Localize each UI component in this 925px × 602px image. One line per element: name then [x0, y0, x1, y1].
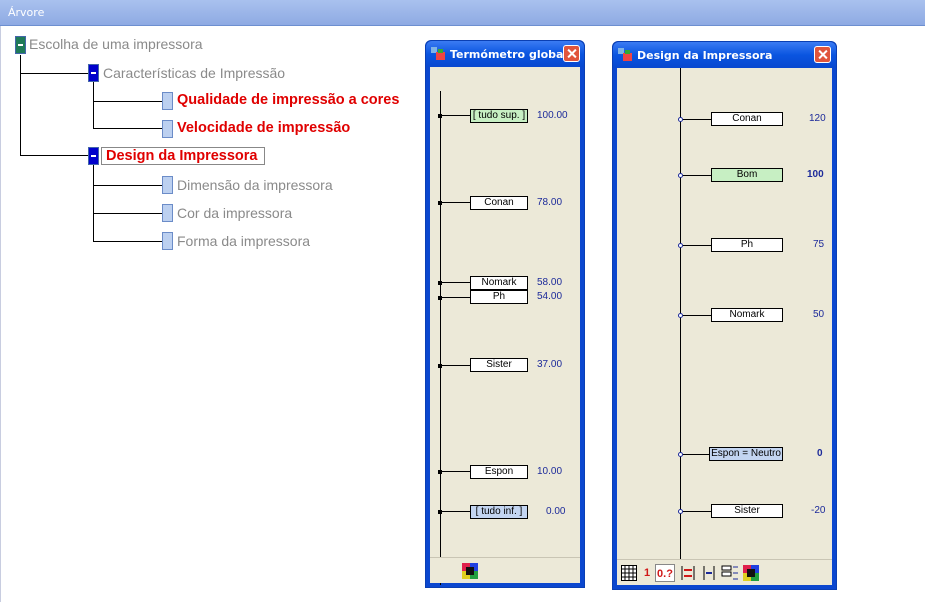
tree-connector [93, 101, 163, 102]
tree-shape-label[interactable]: Forma da impressora [177, 233, 310, 249]
tree-connector [93, 128, 163, 129]
option-value: 58.00 [537, 277, 563, 288]
scale-tick [440, 282, 470, 283]
option-box[interactable]: Ph [470, 290, 528, 304]
tree-design-toggle[interactable] [88, 147, 99, 165]
tree-connector [93, 185, 163, 186]
tree-quality-label[interactable]: Qualidade de impressão a cores [177, 92, 399, 108]
scale-tick [440, 511, 470, 512]
thermometer-title-bar[interactable]: Termómetro global [426, 41, 584, 67]
option-value: 75 [813, 239, 825, 250]
app-icon [618, 48, 632, 61]
scale-tick [683, 315, 711, 316]
option-value: 120 [809, 113, 826, 124]
tree-root-toggle[interactable] [15, 36, 26, 54]
option-box[interactable]: Bom [711, 168, 783, 182]
color-palette-icon[interactable] [462, 563, 478, 579]
main-title-bar: Árvore [0, 0, 925, 26]
tree-connector [93, 165, 94, 242]
tree-dimension-label[interactable]: Dimensão da impressora [177, 177, 333, 193]
tree-connector [20, 155, 92, 156]
grid-icon[interactable] [621, 565, 637, 581]
option-box[interactable]: Espon = Neutro [709, 447, 783, 461]
tree-color-node[interactable] [162, 204, 173, 222]
scale-tick [440, 202, 470, 203]
option-box[interactable]: [ tudo sup. ] [470, 109, 528, 123]
scale-tick [440, 365, 470, 366]
option-value: 100.00 [537, 110, 568, 121]
design-title: Design da Impressora [637, 49, 773, 62]
scale-tick [440, 297, 470, 298]
tree-connector [93, 82, 94, 129]
value-list-icon[interactable] [721, 564, 739, 582]
option-box[interactable]: Conan [711, 112, 783, 126]
scale-tick [440, 471, 470, 472]
tree-connector [20, 73, 92, 74]
design-window: Design da Impressora Conan 120 Bom 100 P… [612, 41, 837, 590]
thermometer-window: Termómetro global [ tudo sup. ] 100.00 C… [425, 40, 585, 588]
option-box[interactable]: Espon [470, 465, 528, 479]
option-value: 54.00 [537, 291, 563, 302]
option-box[interactable]: [ tudo inf. ] [470, 505, 528, 519]
scale-expand-icon[interactable] [679, 564, 697, 582]
option-box[interactable]: Conan [470, 196, 528, 210]
option-box[interactable]: Nomark [711, 308, 783, 322]
option-value: 78.00 [537, 197, 563, 208]
thermometer-title: Termómetro global [450, 48, 568, 61]
design-toolbar: 1 0.? [617, 559, 832, 585]
option-value: 10.00 [537, 466, 563, 477]
tree-connector [93, 213, 163, 214]
option-value: 0.00 [546, 506, 566, 517]
tree-design-label[interactable]: Design da Impressora [101, 147, 265, 165]
tree-color-label[interactable]: Cor da impressora [177, 205, 292, 221]
zero-question-button[interactable]: 0.? [655, 564, 675, 582]
tree-quality-node[interactable] [162, 92, 173, 110]
scale-tick [440, 115, 470, 116]
option-value: -20 [811, 505, 826, 516]
option-box[interactable]: Sister [711, 504, 783, 518]
option-value: 50 [813, 309, 825, 320]
tree-root-label[interactable]: Escolha de uma impressora [29, 36, 203, 52]
tree-characteristics-toggle[interactable] [88, 64, 99, 82]
option-box[interactable]: Ph [711, 238, 783, 252]
option-box[interactable]: Nomark [470, 276, 528, 290]
tree-shape-node[interactable] [162, 232, 173, 250]
scale-tick [683, 245, 711, 246]
close-icon[interactable] [814, 46, 831, 63]
tree-connector [93, 241, 163, 242]
scale-tick [683, 511, 711, 512]
thermometer-toolbar [430, 557, 580, 583]
tree-speed-node[interactable] [162, 120, 173, 138]
option-value: 100 [807, 169, 824, 180]
tree-characteristics-label[interactable]: Características de Impressão [103, 65, 285, 81]
design-body: Conan 120 Bom 100 Ph 75 Nomark 50 Espon … [617, 68, 832, 585]
tree-speed-label[interactable]: Velocidade de impressão [177, 120, 350, 136]
option-box[interactable]: Sister [470, 358, 528, 372]
close-icon[interactable] [563, 45, 580, 62]
option-value: 0 [817, 448, 823, 459]
one-button[interactable]: 1 [641, 564, 653, 582]
scale-shrink-icon[interactable] [700, 564, 718, 582]
option-value: 37.00 [537, 359, 563, 370]
thermometer-body: [ tudo sup. ] 100.00 Conan 78.00 Nomark … [430, 67, 580, 585]
scale-tick [683, 119, 711, 120]
main-window-title: Árvore [8, 6, 45, 19]
design-title-bar[interactable]: Design da Impressora [613, 42, 836, 68]
app-icon [431, 47, 445, 60]
color-palette-icon[interactable] [743, 565, 759, 581]
tree-dimension-node[interactable] [162, 176, 173, 194]
scale-tick [683, 175, 711, 176]
tree-connector [20, 55, 21, 156]
scale-tick [683, 454, 709, 455]
